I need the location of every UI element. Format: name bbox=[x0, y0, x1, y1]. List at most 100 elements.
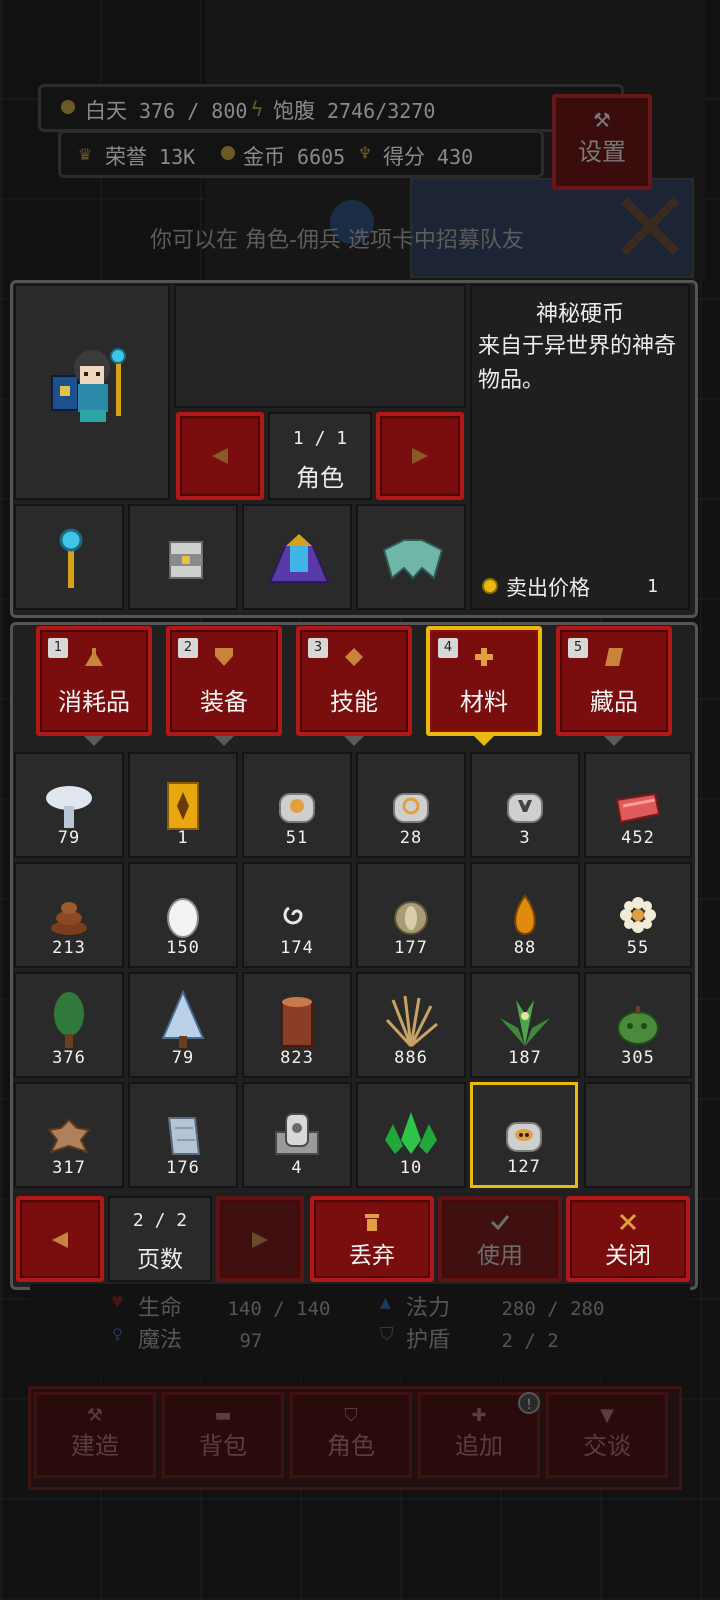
shield-label: 护盾 bbox=[406, 1328, 451, 1353]
inventory-slot[interactable]: 177 bbox=[356, 862, 466, 968]
inventory-slot[interactable]: 187 bbox=[470, 972, 580, 1078]
equip-slot-armor[interactable] bbox=[242, 504, 352, 610]
equip-slot-weapon[interactable] bbox=[14, 504, 124, 610]
meat-icon bbox=[615, 792, 661, 824]
inventory-slot[interactable]: 317 bbox=[14, 1082, 124, 1188]
score-label: 得分 bbox=[383, 145, 425, 169]
dung-icon bbox=[51, 902, 87, 935]
sun-icon bbox=[61, 100, 75, 114]
inventory-slot-selected[interactable]: 127 bbox=[470, 1082, 578, 1188]
nav-talk-button[interactable]: ▼ 交谈 bbox=[546, 1392, 668, 1478]
inventory-slot[interactable]: 51 bbox=[242, 752, 352, 858]
inventory-slot[interactable]: 4 bbox=[242, 1082, 352, 1188]
day-label: 白天 bbox=[85, 99, 127, 123]
food-value: 2746/3270 bbox=[327, 99, 436, 123]
nav-build-button[interactable]: ⚒ 建造 bbox=[34, 1392, 156, 1478]
character-label: 角色 bbox=[296, 464, 344, 492]
shield-icon bbox=[215, 648, 233, 666]
settings-button[interactable]: ⚒ 设置 bbox=[552, 94, 652, 190]
inventory-slot[interactable]: 150 bbox=[128, 862, 238, 968]
inventory-slot[interactable]: 88 bbox=[470, 862, 580, 968]
nav-character-button[interactable]: ⛉ 角色 bbox=[290, 1392, 412, 1478]
item-count: 213 bbox=[52, 938, 86, 958]
inventory-slot[interactable]: 1 bbox=[128, 752, 238, 858]
flower-icon bbox=[620, 897, 656, 933]
item-count: 376 bbox=[52, 1048, 86, 1068]
close-button[interactable]: 关闭 bbox=[566, 1196, 690, 1282]
item-count: 886 bbox=[394, 1048, 428, 1068]
inventory-slot[interactable]: 176 bbox=[128, 1082, 238, 1188]
inventory-slot-empty[interactable] bbox=[584, 1082, 692, 1188]
discard-button[interactable]: 丢弃 bbox=[310, 1196, 434, 1282]
inventory-slot[interactable]: 55 bbox=[584, 862, 692, 968]
inventory-slot[interactable]: 305 bbox=[584, 972, 692, 1078]
arrow-left-icon bbox=[212, 448, 228, 464]
nav-backpack-button[interactable]: ▬ 背包 bbox=[162, 1392, 284, 1478]
arrow-left-icon bbox=[52, 1232, 68, 1248]
tab-consumables[interactable]: 1 消耗品 bbox=[36, 626, 152, 746]
horn-coin-icon bbox=[507, 793, 543, 823]
inventory-slot[interactable]: 886 bbox=[356, 972, 466, 1078]
inventory-slot[interactable]: 174 bbox=[242, 862, 352, 968]
cross-icon bbox=[475, 648, 493, 666]
inventory-slot[interactable]: 10 bbox=[356, 1082, 466, 1188]
character-next-button[interactable] bbox=[376, 412, 464, 500]
seed-icon bbox=[394, 901, 428, 935]
hp-value: 140 / 140 bbox=[227, 1298, 331, 1320]
arrow-right-icon bbox=[252, 1232, 268, 1248]
snow-tree-icon bbox=[161, 990, 205, 1048]
inventory-slot[interactable]: 28 bbox=[356, 752, 466, 858]
item-count: 150 bbox=[166, 938, 200, 958]
inventory-slot[interactable]: 79 bbox=[14, 752, 124, 858]
amber-drop-icon bbox=[514, 894, 536, 936]
tab-equipment[interactable]: 2 装备 bbox=[166, 626, 282, 746]
score-value: 430 bbox=[437, 145, 474, 169]
tab-materials[interactable]: 4 材料 bbox=[426, 626, 542, 746]
equip-slot-offhand[interactable] bbox=[128, 504, 238, 610]
item-count: 10 bbox=[399, 1158, 423, 1178]
inventory-slot[interactable]: 3 bbox=[470, 752, 580, 858]
item-count: 317 bbox=[52, 1158, 86, 1178]
equip-slot-cloak[interactable] bbox=[356, 504, 466, 610]
inventory-slot[interactable]: 823 bbox=[242, 972, 352, 1078]
potion-icon bbox=[85, 648, 103, 666]
inventory-page-label: 页数 bbox=[137, 1247, 183, 1273]
inventory-prev-page-button[interactable] bbox=[16, 1196, 104, 1282]
item-count: 305 bbox=[621, 1048, 655, 1068]
tab-collectibles[interactable]: 5 藏品 bbox=[556, 626, 672, 746]
mushroom-icon bbox=[46, 786, 92, 828]
inventory-slot[interactable]: 452 bbox=[584, 752, 692, 858]
chevron-down-icon bbox=[474, 736, 494, 746]
item-count: 55 bbox=[626, 938, 650, 958]
character-prev-button[interactable] bbox=[176, 412, 264, 500]
inventory-page: 2 / 2 bbox=[132, 1210, 188, 1231]
mage-character-icon bbox=[51, 348, 126, 422]
chevron-down-icon bbox=[604, 736, 624, 746]
character-portrait[interactable] bbox=[14, 284, 170, 500]
heart-icon: ♥ bbox=[112, 1292, 123, 1313]
egg-icon bbox=[167, 898, 199, 938]
robe-armor-icon bbox=[268, 534, 330, 583]
log-icon bbox=[281, 997, 313, 1047]
hp-label: 生命 bbox=[138, 1296, 183, 1321]
character-page-indicator: 1 / 1 角色 bbox=[268, 412, 372, 500]
honor-value: 13K bbox=[159, 145, 196, 169]
hint-text: 你可以在 角色-佣兵 选项卡中招募队友 bbox=[150, 228, 524, 253]
use-button[interactable]: 使用 bbox=[438, 1196, 562, 1282]
emerald-icon bbox=[385, 1112, 437, 1154]
shield-nav-icon: ⛉ bbox=[344, 1405, 358, 1426]
discard-label: 丢弃 bbox=[349, 1243, 395, 1269]
chevron-down-icon bbox=[84, 736, 104, 746]
inventory-next-page-button[interactable] bbox=[216, 1196, 304, 1282]
inventory-slot[interactable]: 376 bbox=[14, 972, 124, 1078]
trash-can-icon bbox=[365, 1214, 379, 1231]
cape-icon bbox=[382, 539, 444, 580]
herb-icon bbox=[500, 1000, 550, 1046]
inventory-slot[interactable]: 79 bbox=[128, 972, 238, 1078]
stats-panel: ♥ 生命 140 / 140 ▲ 法力 280 / 280 ♀ 魔法 97 ⛉ … bbox=[30, 1284, 690, 1378]
notification-badge-icon: ! bbox=[518, 1392, 540, 1414]
mana-label: 法力 bbox=[406, 1296, 451, 1321]
tab-skills[interactable]: 3 技能 bbox=[296, 626, 412, 746]
inventory-slot[interactable]: 213 bbox=[14, 862, 124, 968]
mana-value: 280 / 280 bbox=[501, 1298, 605, 1320]
